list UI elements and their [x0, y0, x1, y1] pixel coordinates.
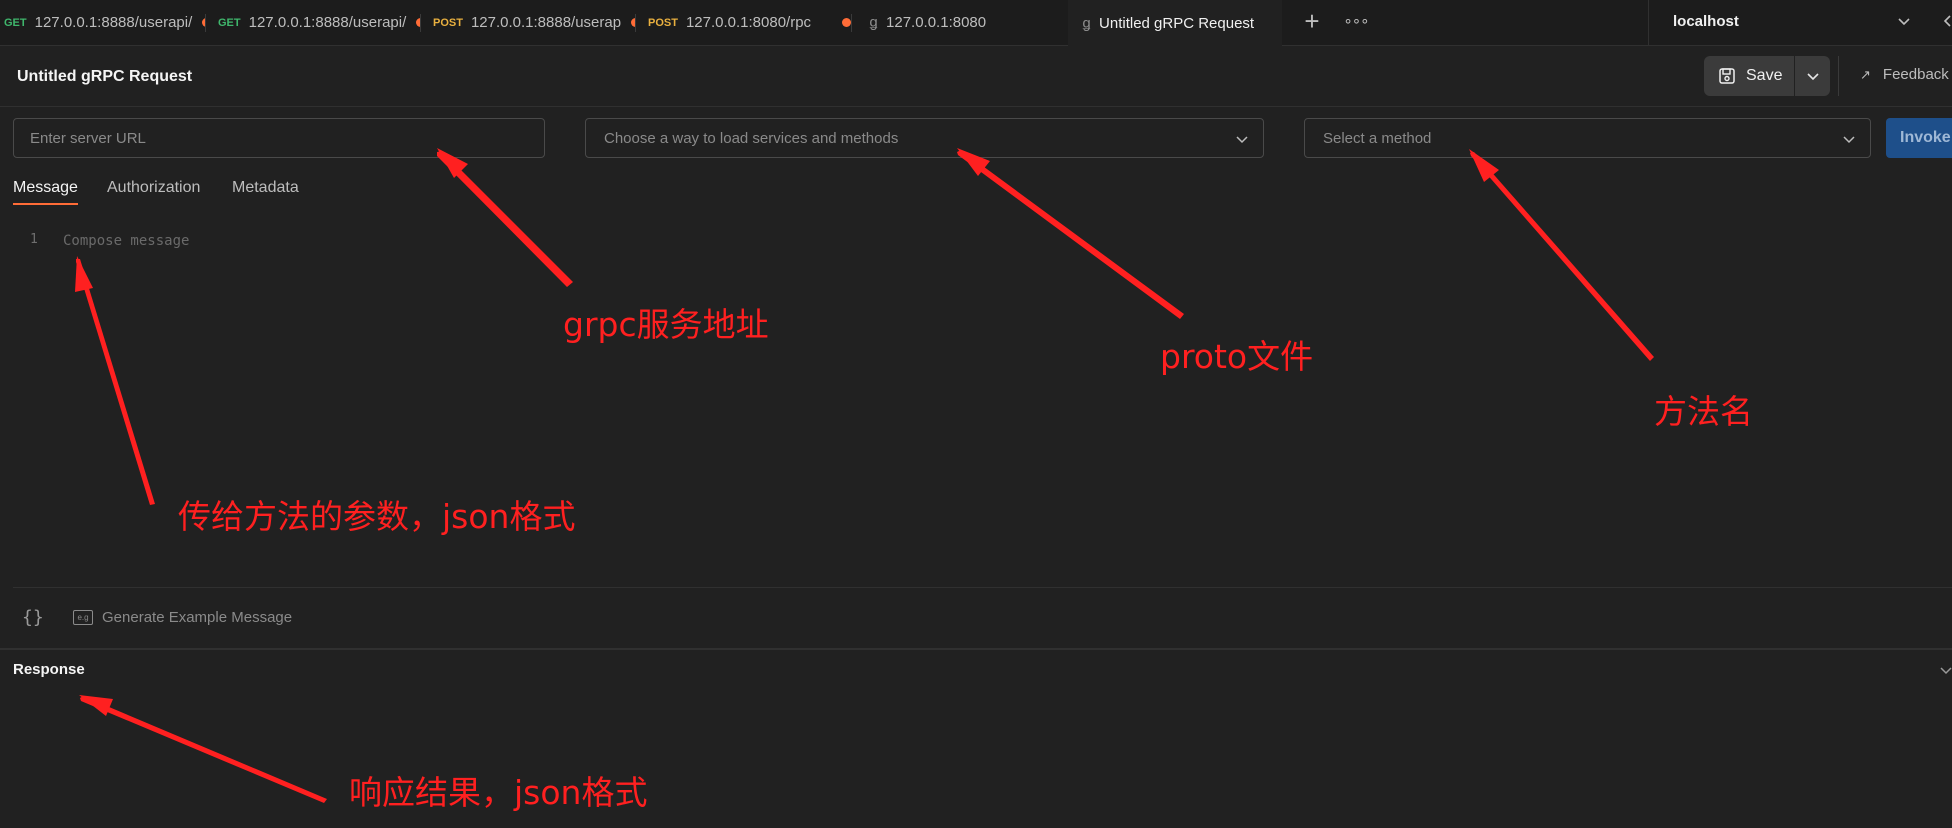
arrow-to-method	[1470, 152, 1654, 361]
annotation-server: grpc服务地址	[563, 305, 769, 344]
annotation-response: 响应结果，json格式	[349, 773, 648, 812]
chevron-down-icon	[1843, 136, 1855, 144]
load-services-placeholder: Choose a way to load services and method…	[604, 130, 899, 147]
tab-method: POST	[433, 16, 463, 29]
tab-bar: GET 127.0.0.1:8888/userapi/ GET 127.0.0.…	[0, 0, 1952, 46]
feedback-label: Feedback	[1882, 66, 1949, 83]
active-tab-indicator	[13, 203, 78, 205]
new-tab-button[interactable]: +	[1298, 8, 1326, 36]
tab-post-userap[interactable]: POST 127.0.0.1:8888/userap	[421, 0, 636, 45]
method-select[interactable]: Select a method	[1304, 118, 1871, 158]
generate-example-label: Generate Example Message	[102, 609, 293, 626]
tab-authorization[interactable]: Authorization	[107, 179, 200, 197]
save-button[interactable]: Save	[1704, 56, 1794, 96]
tab-label: 127.0.0.1:8888/userapi/	[34, 14, 193, 31]
arrow-to-proto	[957, 150, 1184, 319]
arrow-to-response	[80, 696, 327, 803]
beautify-braces-icon[interactable]: {}	[22, 607, 44, 628]
arrowhead-editor	[75, 256, 93, 292]
save-icon	[1719, 68, 1735, 84]
tab-label: 127.0.0.1:8888/userapi/	[248, 14, 407, 31]
message-editor[interactable]: Compose message	[63, 233, 189, 249]
more-tabs-icon[interactable]: ∘∘∘	[1342, 8, 1370, 36]
save-label: Save	[1746, 67, 1783, 84]
tab-label: Untitled gRPC Request	[1099, 14, 1255, 32]
tab-get-userapi-2[interactable]: GET 127.0.0.1:8888/userapi/	[206, 0, 421, 45]
editor-divider	[13, 587, 1952, 588]
server-url-field[interactable]	[13, 118, 545, 158]
arrow-to-server-url	[437, 151, 573, 287]
invoke-button[interactable]: Invoke	[1886, 118, 1952, 158]
annotation-proto: proto文件	[1160, 337, 1314, 376]
tab-method: GET	[218, 16, 241, 29]
save-options-button[interactable]	[1795, 56, 1830, 96]
arrowhead-response	[79, 695, 113, 716]
annotation-method: 方法名	[1654, 392, 1753, 431]
example-icon: e.g	[73, 610, 93, 625]
request-title[interactable]: Untitled gRPC Request	[17, 68, 192, 86]
header-divider	[0, 106, 1952, 107]
tab-label: 127.0.0.1:8080/rpc	[685, 14, 812, 31]
arrow-up-right-icon: ↗	[1860, 67, 1871, 82]
arrow-to-editor	[76, 259, 155, 505]
chevron-left-icon[interactable]	[1939, 12, 1952, 30]
tab-get-userapi-1[interactable]: GET 127.0.0.1:8888/userapi/	[0, 0, 206, 45]
response-title[interactable]: Response	[13, 661, 85, 678]
feedback-link[interactable]: ↗ Feedback	[1860, 66, 1949, 83]
annotation-params: 传给方法的参数，json格式	[178, 497, 576, 536]
tab-grpc-8080[interactable]: ǥ 127.0.0.1:8080	[852, 0, 1068, 45]
unsaved-dot-icon	[842, 18, 852, 27]
environment-selector[interactable]: localhost	[1648, 0, 1952, 45]
method-placeholder: Select a method	[1323, 130, 1432, 147]
tab-label: 127.0.0.1:8080	[886, 14, 987, 31]
load-services-select[interactable]: Choose a way to load services and method…	[585, 118, 1264, 158]
server-url-input[interactable]	[14, 119, 544, 157]
tab-label: 127.0.0.1:8888/userap	[470, 14, 622, 31]
tab-untitled-grpc[interactable]: ǥ Untitled gRPC Request	[1068, 0, 1282, 46]
tab-metadata[interactable]: Metadata	[232, 179, 299, 197]
tab-message[interactable]: Message	[13, 179, 78, 197]
chevron-down-icon	[1236, 136, 1248, 144]
line-number: 1	[30, 232, 38, 247]
chevron-down-icon[interactable]	[1938, 662, 1952, 678]
environment-label: localhost	[1673, 13, 1739, 30]
tab-post-rpc[interactable]: POST 127.0.0.1:8080/rpc	[636, 0, 852, 45]
chevron-down-icon	[1898, 18, 1910, 26]
grpc-icon: ǥ	[1082, 13, 1092, 32]
tab-method: GET	[4, 16, 27, 29]
tab-method: POST	[648, 16, 678, 29]
generate-example-button[interactable]: e.g Generate Example Message	[73, 609, 292, 626]
response-divider	[0, 648, 1952, 650]
chevron-down-icon	[1807, 73, 1819, 81]
grpc-icon: ǥ	[869, 13, 879, 31]
